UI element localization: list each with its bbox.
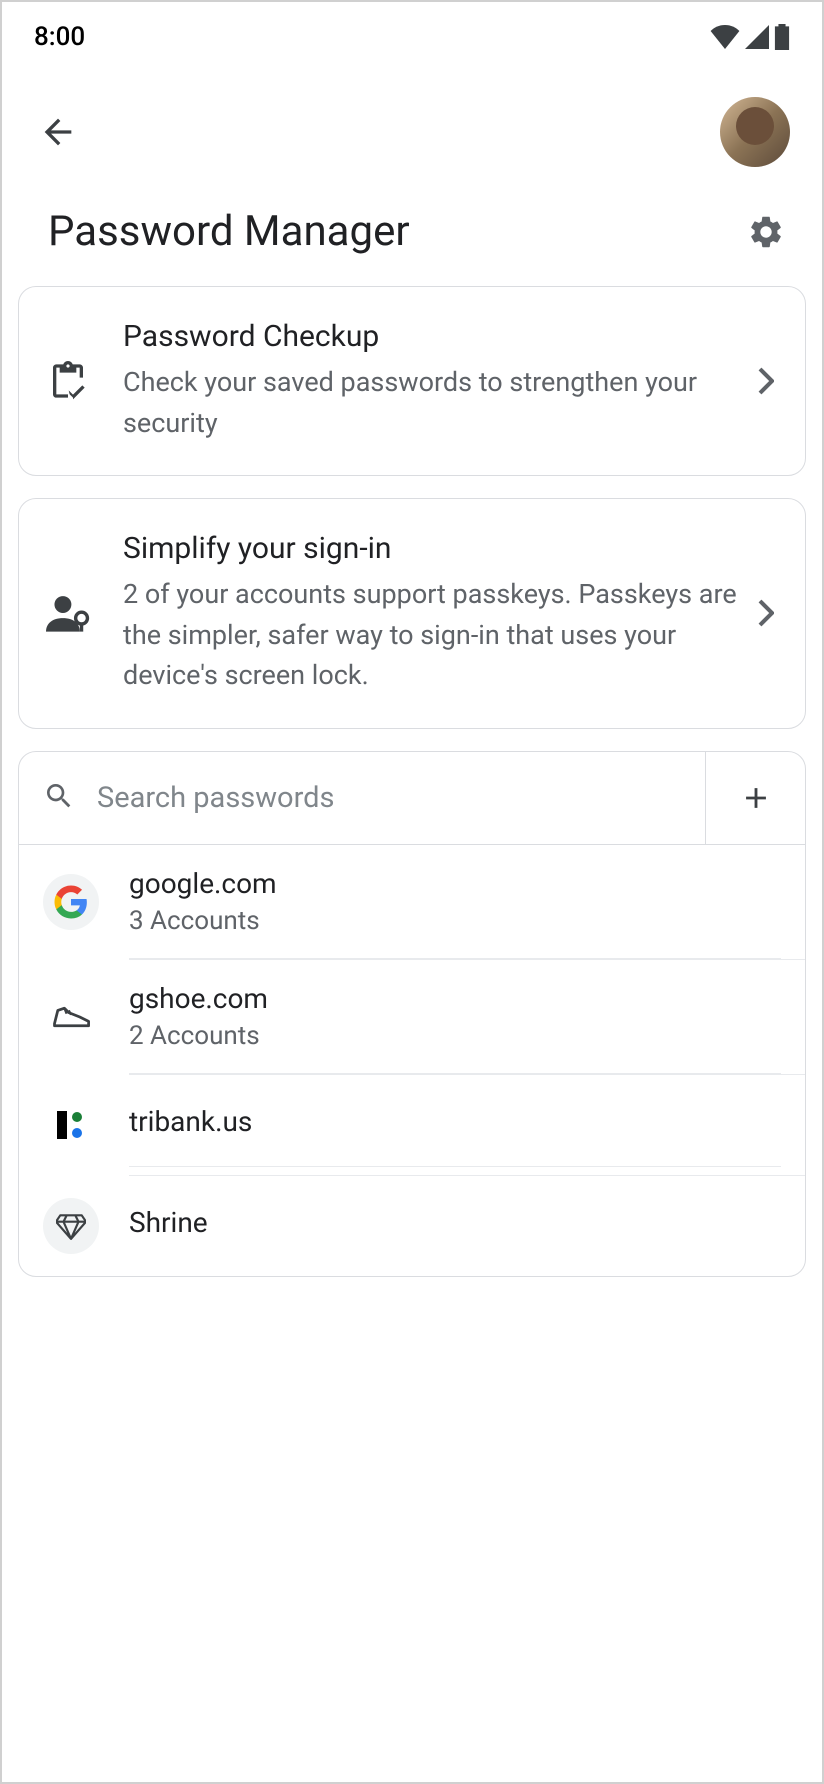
- passkeys-title: Simplify your sign-in: [123, 531, 751, 566]
- password-content: Shrine: [129, 1206, 781, 1267]
- chevron-right-icon: [751, 367, 781, 395]
- password-content: tribank.us: [129, 1105, 781, 1167]
- back-arrow-icon: [38, 112, 78, 152]
- password-site: tribank.us: [129, 1105, 781, 1138]
- tribank-icon: [43, 1097, 99, 1153]
- password-entry-shrine[interactable]: Shrine: [19, 1176, 805, 1276]
- passkeys-desc: 2 of your accounts support passkeys. Pas…: [123, 574, 751, 696]
- password-count: 3 Accounts: [129, 906, 781, 936]
- password-content: gshoe.com 2 Accounts: [129, 982, 781, 1074]
- password-site: Shrine: [129, 1206, 781, 1239]
- page-title: Password Manager: [48, 207, 410, 256]
- shoe-icon: [43, 989, 99, 1045]
- status-bar: 8:00: [2, 2, 822, 62]
- passkeys-card[interactable]: Simplify your sign-in 2 of your accounts…: [18, 498, 806, 729]
- password-checkup-card[interactable]: Password Checkup Check your saved passwo…: [18, 286, 806, 476]
- password-entry-gshoe[interactable]: gshoe.com 2 Accounts: [19, 960, 805, 1074]
- password-entry-tribank[interactable]: tribank.us: [19, 1075, 805, 1175]
- cellular-icon: [744, 25, 770, 49]
- search-icon: [43, 780, 75, 816]
- header-bar: [2, 62, 822, 187]
- diamond-icon: [43, 1198, 99, 1254]
- password-site: gshoe.com: [129, 982, 781, 1015]
- avatar[interactable]: [720, 97, 790, 167]
- title-row: Password Manager: [2, 187, 822, 286]
- password-checkup-title: Password Checkup: [123, 319, 751, 354]
- status-icons: [710, 24, 790, 50]
- plus-icon: [739, 781, 773, 815]
- password-entry-google[interactable]: google.com 3 Accounts: [19, 845, 805, 959]
- person-key-icon: [43, 594, 93, 632]
- search-input[interactable]: [97, 781, 681, 815]
- gear-icon: [747, 213, 785, 251]
- wifi-icon: [710, 25, 740, 49]
- settings-button[interactable]: [742, 208, 790, 256]
- battery-icon: [774, 24, 790, 50]
- card-content: Simplify your sign-in 2 of your accounts…: [123, 531, 751, 696]
- add-password-button[interactable]: [705, 752, 805, 844]
- status-time: 8:00: [34, 22, 85, 52]
- back-button[interactable]: [34, 108, 82, 156]
- password-checkup-desc: Check your saved passwords to strengthen…: [123, 362, 751, 443]
- card-content: Password Checkup Check your saved passwo…: [123, 319, 751, 443]
- search-box[interactable]: [19, 752, 705, 844]
- password-site: google.com: [129, 867, 781, 900]
- clipboard-check-icon: [43, 359, 93, 403]
- chevron-right-icon: [751, 599, 781, 627]
- search-row: [19, 752, 805, 845]
- password-content: google.com 3 Accounts: [129, 867, 781, 959]
- google-icon: [43, 874, 99, 930]
- password-count: 2 Accounts: [129, 1021, 781, 1051]
- password-list: google.com 3 Accounts gshoe.com 2 Accoun…: [18, 751, 806, 1277]
